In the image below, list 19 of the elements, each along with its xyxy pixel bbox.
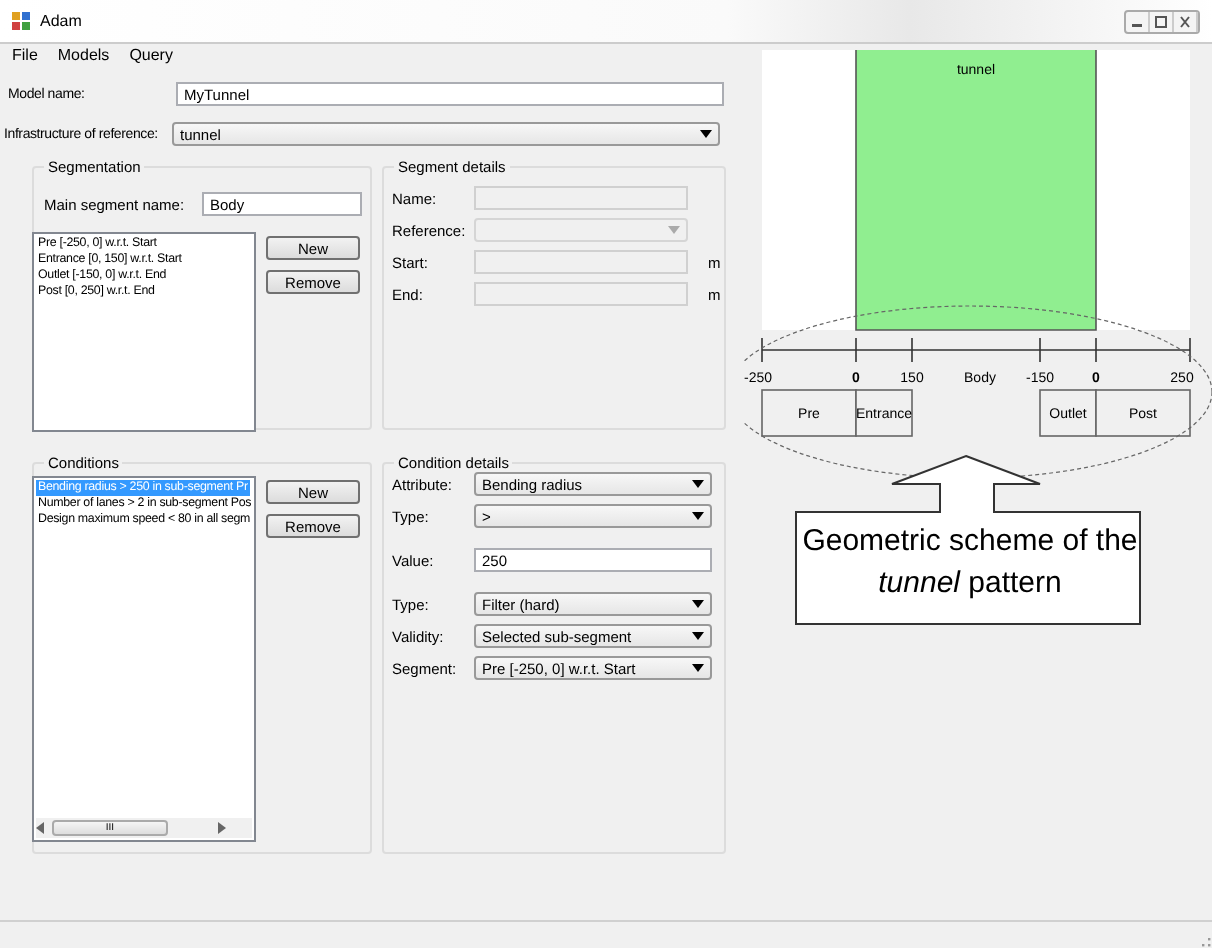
- menu-item[interactable]: File: [12, 46, 38, 68]
- resize-grip-icon[interactable]: [1196, 932, 1212, 948]
- dropdown-arrow-icon: [692, 600, 704, 608]
- callout-text: Geometric scheme of the tunnel pattern: [800, 522, 1140, 604]
- dropdown-arrow-icon: [700, 130, 712, 138]
- close-icon[interactable]: [1174, 11, 1198, 31]
- dropdown-arrow-icon: [668, 226, 680, 234]
- scroll-left-icon[interactable]: [36, 822, 46, 834]
- minimize-icon[interactable]: [1126, 11, 1150, 31]
- app-icon: [12, 12, 30, 30]
- maximize-icon[interactable]: [1150, 11, 1174, 31]
- dropdown-arrow-icon: [692, 512, 704, 520]
- menu-item[interactable]: Query: [129, 46, 173, 68]
- scroll-right-icon[interactable]: [216, 822, 226, 834]
- dropdown-arrow-icon: [692, 480, 704, 488]
- window-title: Adam: [40, 12, 82, 30]
- menu-item[interactable]: Models: [57, 46, 110, 68]
- dropdown-arrow-icon: [692, 664, 704, 672]
- dropdown-arrow-icon: [692, 632, 704, 640]
